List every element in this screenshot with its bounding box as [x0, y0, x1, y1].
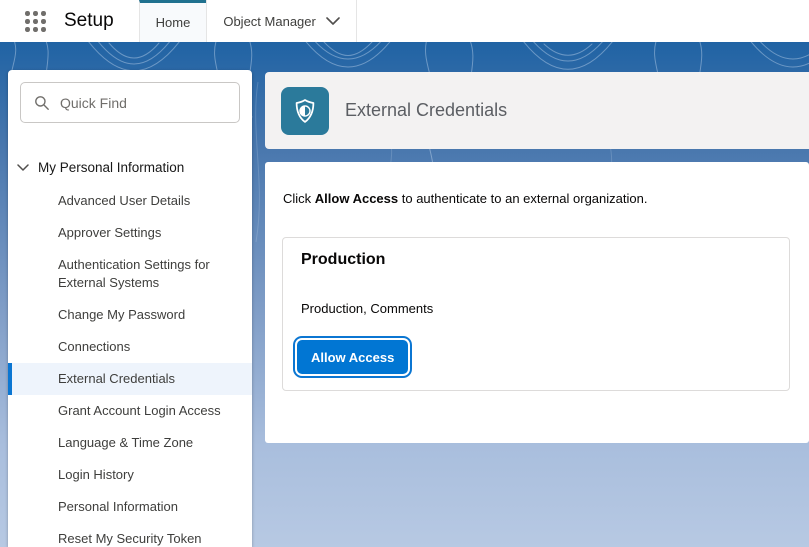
intro-bold: Allow Access [314, 191, 399, 206]
sidebar-item-personal-information[interactable]: Personal Information [8, 491, 252, 523]
intro-text: Click Allow Access to authenticate to an… [283, 191, 647, 206]
allow-access-button[interactable]: Allow Access [297, 340, 409, 374]
quick-find-box [20, 82, 240, 123]
app-title: Setup [64, 10, 114, 31]
nav-group-my-personal-information[interactable]: My Personal Information [17, 160, 184, 175]
tab-home[interactable]: Home [138, 0, 207, 42]
setup-tabs: Home Object Manager [138, 0, 357, 42]
sidebar-item-login-history[interactable]: Login History [8, 459, 252, 491]
credential-card: Production Production, Comments Allow Ac… [282, 237, 790, 391]
page-content: Click Allow Access to authenticate to an… [265, 162, 809, 443]
search-icon [35, 95, 49, 110]
sidebar-item-grant-account-login-access[interactable]: Grant Account Login Access [8, 395, 252, 427]
setup-topbar: Setup Home Object Manager [0, 0, 809, 42]
chevron-down-icon [326, 17, 340, 25]
tab-home-label: Home [155, 15, 191, 30]
intro-post: to authenticate to an external organizat… [398, 191, 648, 206]
page-header: External Credentials [265, 72, 809, 149]
sidebar-item-authentication-settings-for-external-systems[interactable]: Authentication Settings for External Sys… [8, 249, 252, 299]
sidebar-item-approver-settings[interactable]: Approver Settings [8, 217, 252, 249]
tab-object-manager-label: Object Manager [223, 13, 316, 29]
sidebar-item-language-time-zone[interactable]: Language & Time Zone [8, 427, 252, 459]
page-title: External Credentials [345, 100, 508, 120]
sidebar-nav-list: Advanced User Details Approver Settings … [8, 185, 252, 547]
credential-card-subtitle: Production, Comments [301, 301, 434, 316]
sidebar-item-connections[interactable]: Connections [8, 331, 252, 363]
credential-card-title: Production [301, 251, 386, 268]
setup-sidebar: My Personal Information Advanced User De… [8, 70, 252, 547]
sidebar-item-change-my-password[interactable]: Change My Password [8, 299, 252, 331]
salesforce-setup-screen: Setup Home Object Manager My Personal In… [0, 0, 809, 547]
sidebar-item-advanced-user-details[interactable]: Advanced User Details [8, 185, 252, 217]
quick-find-input[interactable] [60, 94, 239, 111]
tab-object-manager[interactable]: Object Manager [206, 0, 357, 42]
sidebar-item-external-credentials[interactable]: External Credentials [8, 363, 252, 395]
sidebar-item-reset-my-security-token[interactable]: Reset My Security Token [8, 523, 252, 547]
intro-pre: Click [283, 191, 315, 206]
app-launcher-waffle-icon[interactable] [25, 11, 46, 32]
chevron-down-icon [17, 164, 29, 171]
shield-icon [281, 86, 329, 135]
nav-group-label: My Personal Information [38, 160, 185, 175]
